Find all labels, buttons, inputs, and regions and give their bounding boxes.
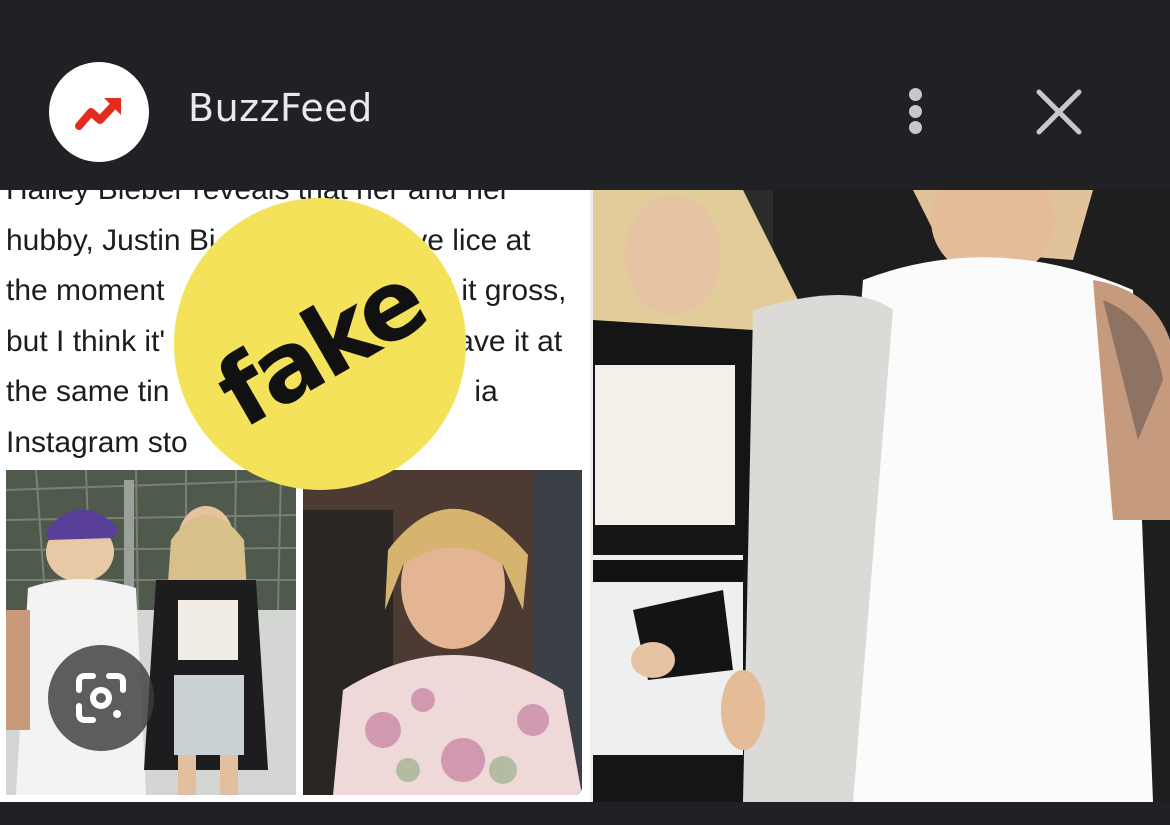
close-icon	[1036, 89, 1082, 135]
bottom-bar	[0, 802, 1170, 825]
site-logo[interactable]	[49, 62, 149, 162]
lens-search-button[interactable]	[48, 645, 154, 751]
more-vert-icon-dot	[908, 104, 922, 118]
google-lens-icon	[76, 673, 126, 723]
tweet-screenshot: Hailey Bieber reveals that her and her h…	[0, 190, 590, 802]
couple-photo	[6, 470, 296, 795]
fake-badge: fake	[174, 198, 466, 490]
site-name[interactable]: BuzzFeed	[188, 86, 373, 130]
image-preview[interactable]: Hailey Bieber reveals that her and her h…	[0, 190, 1170, 802]
top-app-bar: BuzzFeed	[0, 0, 1170, 190]
close-button[interactable]	[1030, 83, 1088, 141]
trending-arrow-icon	[75, 98, 121, 130]
couple-closeup-photo	[593, 190, 1170, 802]
more-vert-icon-dot	[908, 88, 922, 101]
more-vert-icon-dot	[908, 121, 922, 134]
fake-label: fake	[198, 244, 442, 450]
hoodie-photo	[303, 470, 582, 795]
more-options-button[interactable]	[890, 80, 940, 142]
